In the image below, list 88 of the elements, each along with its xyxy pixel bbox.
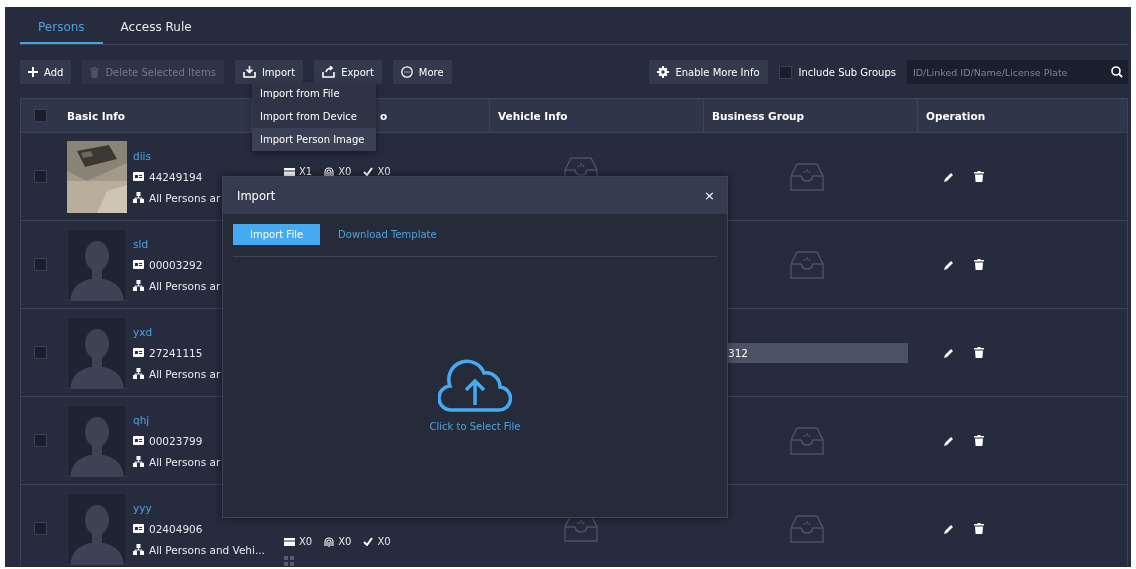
close-button[interactable]: × bbox=[704, 188, 715, 203]
business-group-tag: 312 bbox=[728, 342, 908, 363]
person-id: 00023799 bbox=[149, 434, 203, 447]
column-header: o bbox=[380, 109, 388, 122]
empty-inbox-icon bbox=[790, 514, 824, 543]
count: X0 bbox=[377, 166, 391, 177]
gear-icon bbox=[657, 66, 670, 78]
group-name: All Persons and Vehi... bbox=[149, 543, 265, 556]
count: X0 bbox=[338, 536, 352, 547]
group-name: All Persons ar bbox=[149, 279, 221, 292]
pencil-icon bbox=[944, 347, 954, 358]
trash-icon bbox=[974, 171, 984, 182]
menu-item[interactable]: Import from Device bbox=[252, 105, 376, 128]
person-silhouette-icon bbox=[67, 404, 127, 477]
person-silhouette-icon bbox=[67, 316, 127, 389]
person-id: 44249194 bbox=[149, 170, 203, 183]
pencil-icon bbox=[944, 171, 954, 182]
column-header: Vehicle Info bbox=[498, 109, 568, 122]
empty-inbox-icon bbox=[790, 250, 824, 279]
pencil-icon bbox=[944, 259, 954, 270]
count: X0 bbox=[338, 166, 352, 177]
pencil-icon bbox=[944, 435, 954, 446]
toolbar-button[interactable]: Export bbox=[314, 60, 382, 84]
menu-item[interactable]: Import from File bbox=[252, 82, 376, 105]
pencil-icon bbox=[944, 523, 954, 534]
trash-icon bbox=[974, 523, 984, 534]
org-chart-icon bbox=[133, 192, 144, 203]
export-icon bbox=[322, 66, 336, 78]
person-id: 02404906 bbox=[149, 522, 203, 535]
org-chart-icon bbox=[133, 280, 144, 291]
toolbar-button[interactable]: Add bbox=[20, 60, 72, 84]
person-silhouette-icon bbox=[67, 228, 127, 301]
tab[interactable]: Access Rule bbox=[102, 20, 210, 44]
column-header: Basic Info bbox=[67, 109, 125, 122]
tab[interactable]: Persons bbox=[20, 20, 103, 44]
count: X0 bbox=[299, 536, 313, 547]
dialog-title: Import bbox=[237, 188, 276, 203]
checkbox[interactable] bbox=[33, 170, 47, 183]
person-id: 27241115 bbox=[149, 346, 203, 359]
tab[interactable]: Download Template bbox=[338, 224, 437, 245]
cloud-upload-icon bbox=[438, 357, 512, 413]
search-button[interactable] bbox=[1106, 60, 1128, 84]
more-icon bbox=[400, 66, 413, 78]
org-chart-icon bbox=[133, 456, 144, 467]
checkbox[interactable] bbox=[778, 65, 792, 79]
column-header: Operation bbox=[926, 109, 986, 122]
check-icon bbox=[363, 537, 374, 546]
menu-item[interactable]: Import Person Image bbox=[252, 128, 376, 151]
empty-inbox-icon bbox=[790, 426, 824, 455]
person-name[interactable]: qhj bbox=[133, 413, 221, 426]
person-name[interactable]: yxd bbox=[133, 325, 221, 338]
search-field[interactable]: ID/Linked ID/Name/License Plate bbox=[907, 60, 1106, 84]
empty-inbox-icon bbox=[790, 162, 824, 191]
person-id: 00003292 bbox=[149, 258, 203, 271]
id-card-icon bbox=[133, 260, 144, 269]
id-card-icon bbox=[133, 172, 144, 181]
count: X0 bbox=[377, 536, 391, 547]
id-card-icon bbox=[133, 348, 144, 357]
id-card-icon bbox=[133, 524, 144, 533]
card-icon bbox=[284, 537, 295, 546]
group-name: All Persons ar bbox=[149, 455, 221, 468]
import-icon bbox=[242, 66, 256, 78]
org-chart-icon bbox=[133, 368, 144, 379]
trash-icon bbox=[974, 347, 984, 358]
person-name[interactable]: sld bbox=[133, 237, 221, 250]
checkbox[interactable] bbox=[33, 522, 47, 535]
check-icon bbox=[363, 167, 374, 176]
group-name: All Persons ar bbox=[149, 367, 221, 380]
group-name: All Persons ar bbox=[149, 191, 221, 204]
toolbar-button[interactable]: Import bbox=[234, 60, 304, 84]
checkbox[interactable] bbox=[33, 346, 47, 359]
trash-icon bbox=[974, 435, 984, 446]
search-icon bbox=[1111, 66, 1123, 78]
column-header: Business Group bbox=[712, 109, 805, 122]
id-card-icon bbox=[133, 436, 144, 445]
org-chart-icon bbox=[133, 544, 144, 555]
checkbox[interactable] bbox=[33, 434, 47, 447]
person-name[interactable]: diis bbox=[133, 149, 221, 162]
trash-icon bbox=[90, 66, 100, 78]
checkbox[interactable] bbox=[33, 258, 47, 271]
count: X1 bbox=[299, 166, 313, 177]
upload-link[interactable]: Click to Select File bbox=[429, 421, 521, 432]
checkbox[interactable] bbox=[33, 109, 47, 122]
checkbox-label: Include Sub Groups bbox=[798, 66, 896, 78]
enable-more-info-button[interactable]: Enable More Info bbox=[649, 60, 768, 84]
toolbar-button[interactable]: More bbox=[392, 60, 452, 84]
trash-icon bbox=[974, 259, 984, 270]
plus-icon bbox=[28, 67, 38, 77]
